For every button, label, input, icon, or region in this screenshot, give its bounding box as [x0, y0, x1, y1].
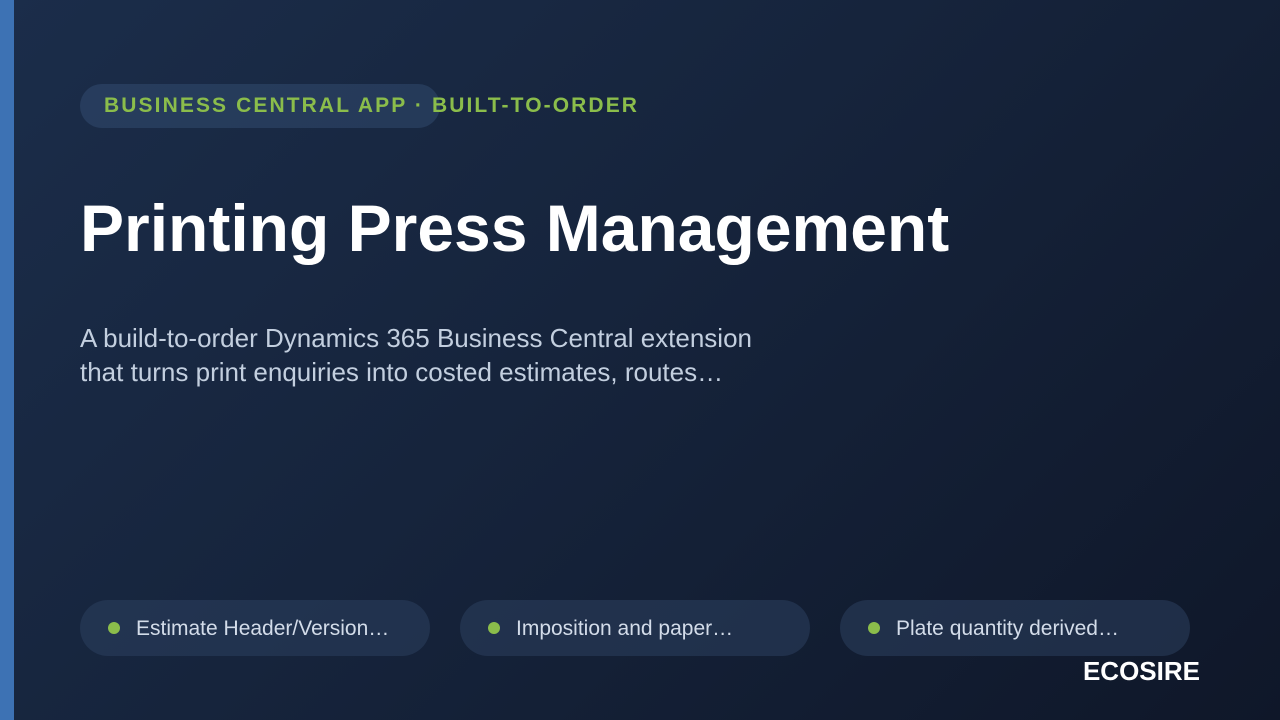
category-tag: BUSINESS CENTRAL APP · BUILT-TO-ORDER	[104, 94, 640, 117]
feature-label: Imposition and paper…	[516, 617, 734, 640]
bullet-dot-icon	[868, 622, 880, 634]
feature-pill-imposition: Imposition and paper…	[460, 600, 810, 656]
left-accent-bar	[0, 0, 14, 720]
subtitle: A build-to-order Dynamics 365 Business C…	[80, 321, 840, 389]
subtitle-line-2: that turns print enquiries into costed e…	[80, 357, 724, 387]
feature-pill-estimate: Estimate Header/Version…	[80, 600, 430, 656]
feature-label: Estimate Header/Version…	[136, 617, 390, 640]
feature-pill-plate-quantity: Plate quantity derived…	[840, 600, 1190, 656]
subtitle-line-1: A build-to-order Dynamics 365 Business C…	[80, 323, 753, 353]
feature-label: Plate quantity derived…	[896, 617, 1119, 640]
brand-wordmark: ECOSIRE	[1082, 656, 1200, 686]
bullet-dot-icon	[108, 622, 120, 634]
bullet-dot-icon	[488, 622, 500, 634]
page-title: Printing Press Management	[80, 191, 950, 265]
